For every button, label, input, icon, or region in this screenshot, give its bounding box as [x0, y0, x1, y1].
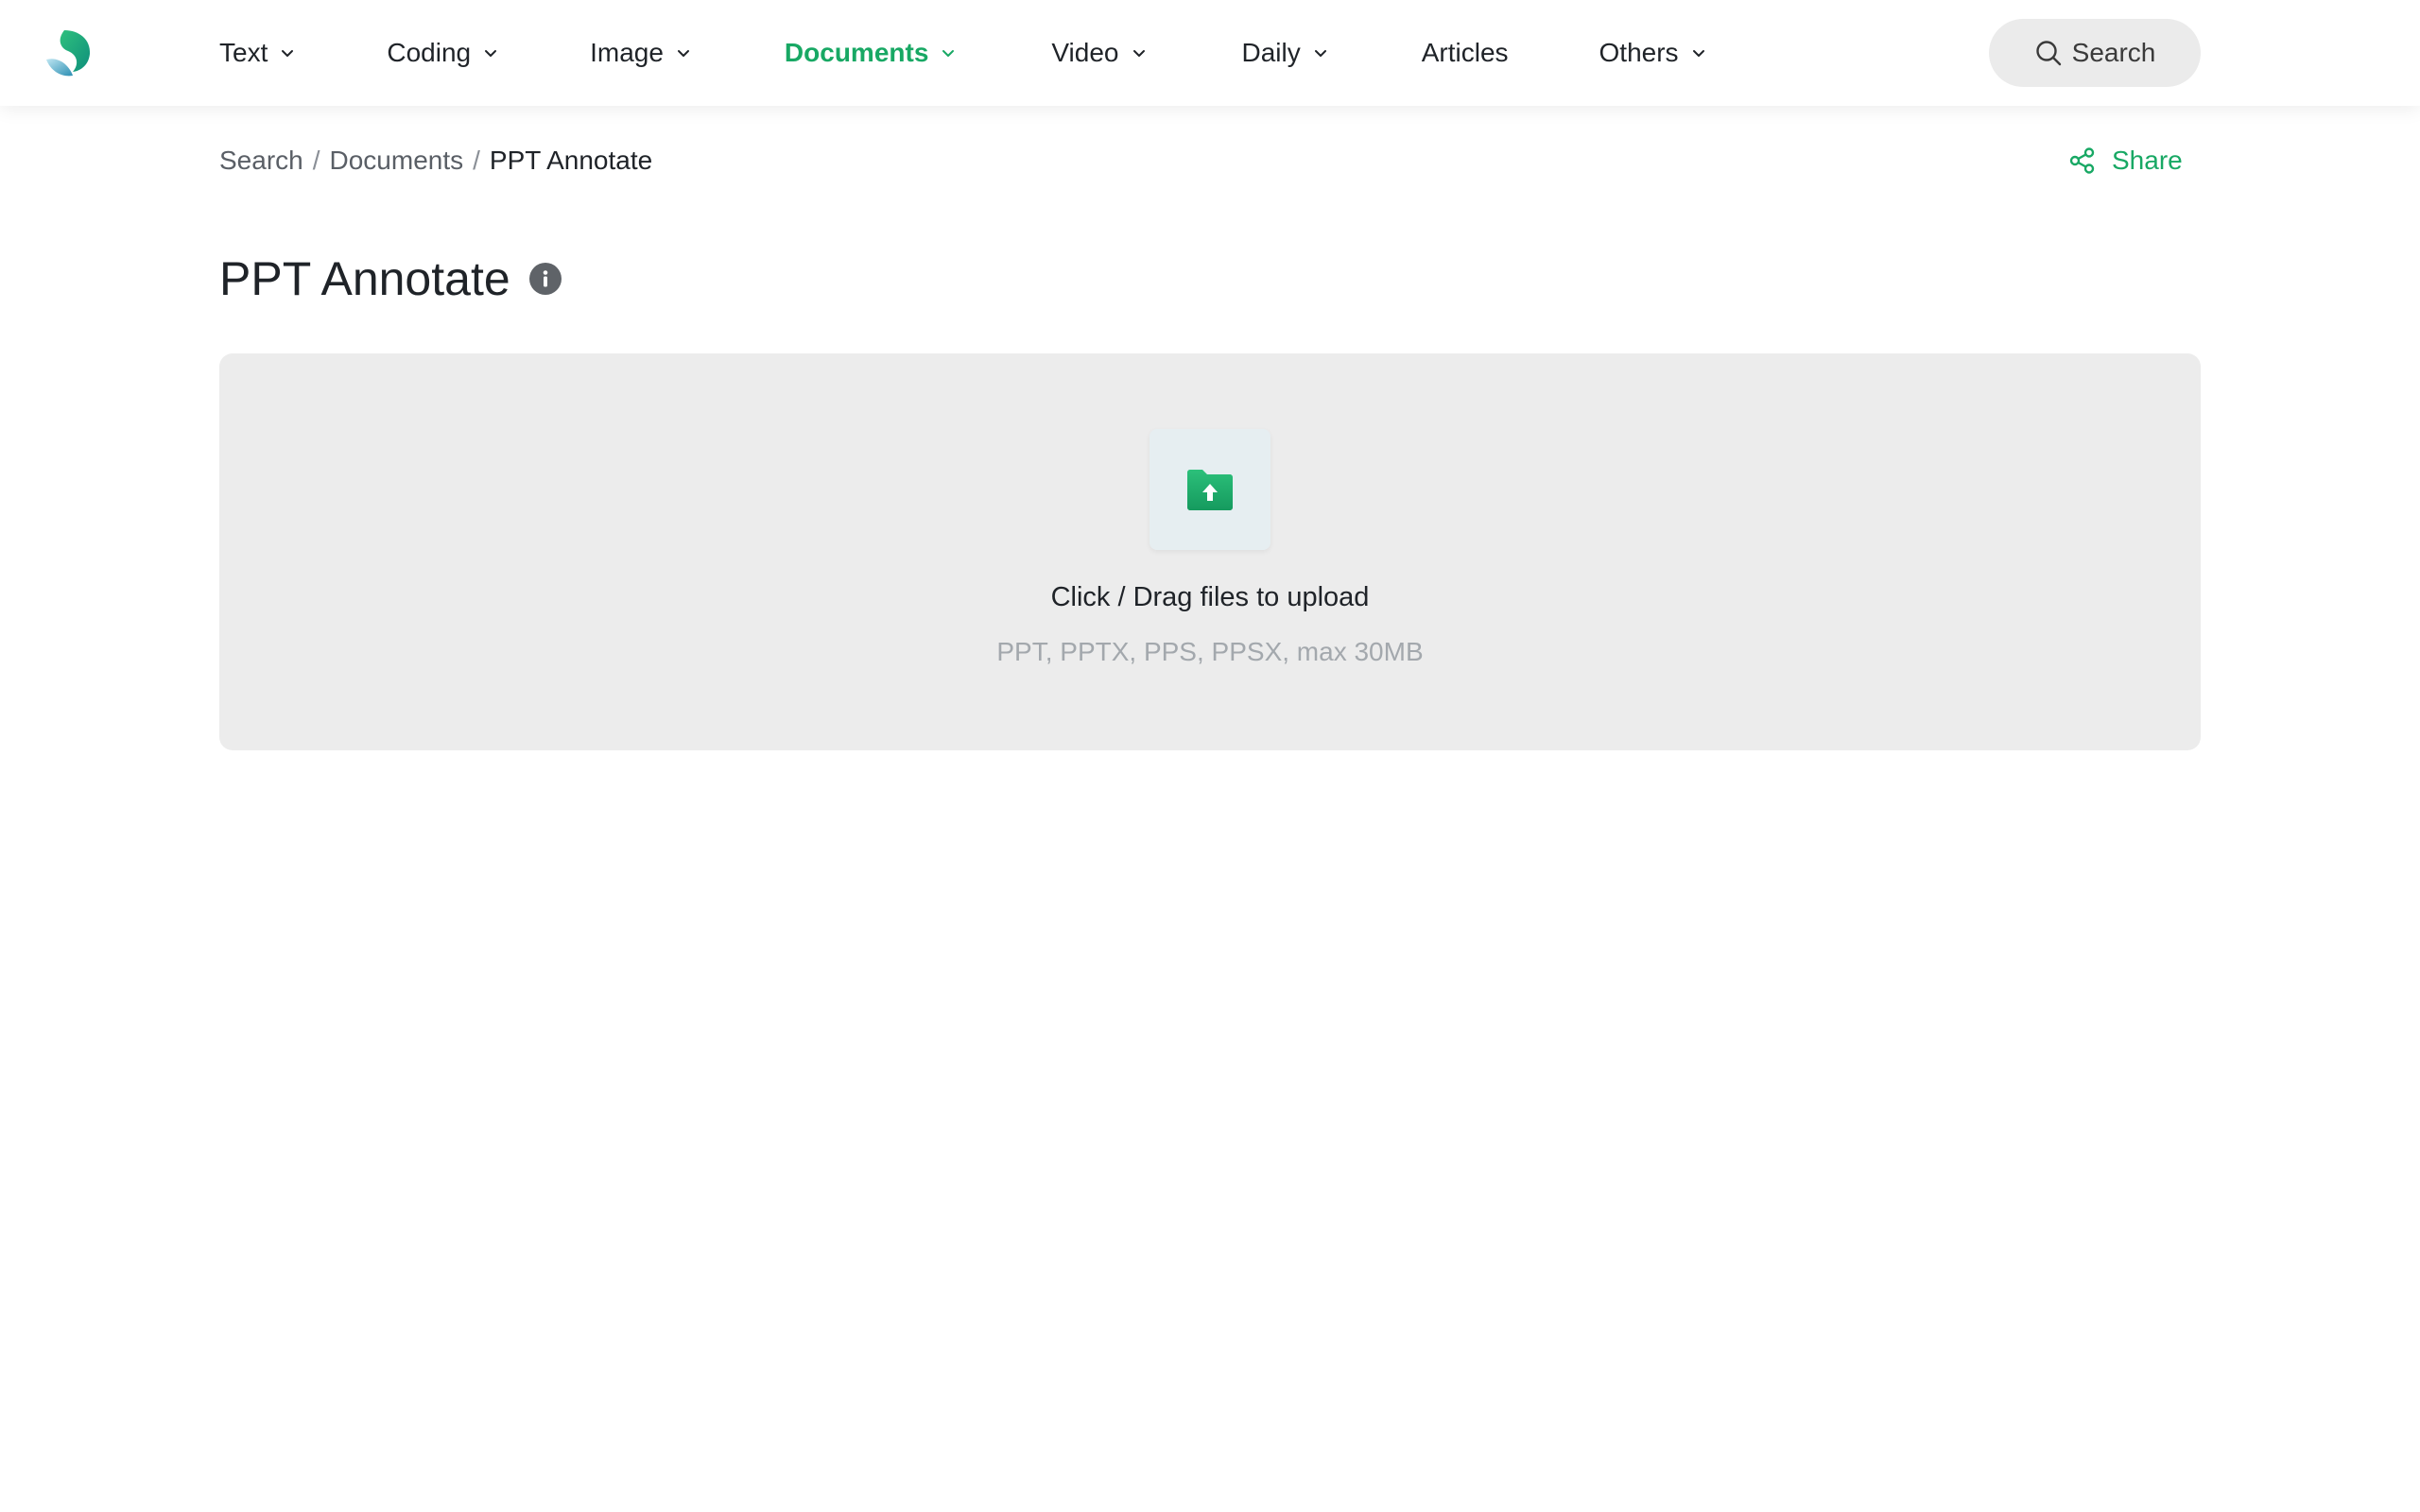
nav-item-daily[interactable]: Daily — [1242, 38, 1329, 68]
chevron-down-icon — [677, 50, 689, 57]
nav-item-image[interactable]: Image — [590, 38, 692, 68]
nav-item-video[interactable]: Video — [1051, 38, 1147, 68]
chevron-down-icon — [485, 50, 497, 57]
upload-title: Click / Drag files to upload — [1050, 582, 1370, 612]
breadcrumb-separator: / — [473, 146, 480, 175]
search-icon — [2035, 41, 2061, 66]
breadcrumb-separator: / — [312, 146, 320, 175]
folder-upload-icon — [1187, 470, 1233, 510]
share-label: Share — [2112, 146, 2183, 175]
nav-item-label: Others — [1599, 38, 1679, 67]
nav-item-articles[interactable]: Articles — [1422, 38, 1509, 68]
chevron-down-icon — [1132, 50, 1145, 57]
nav-item-label: Coding — [387, 38, 472, 67]
search-button[interactable]: Search — [1989, 19, 2201, 87]
main-nav: Text Coding Image Documents Video Daily … — [219, 0, 1707, 106]
page-title: PPT Annotate — [219, 252, 510, 305]
brand-logo[interactable] — [43, 28, 93, 77]
breadcrumb-item-documents[interactable]: Documents — [330, 146, 464, 176]
nav-item-text[interactable]: Text — [219, 38, 296, 68]
share-button[interactable]: Share — [2068, 146, 2183, 176]
chevron-down-icon — [942, 50, 955, 57]
top-navigation-bar: Text Coding Image Documents Video Daily … — [0, 0, 2420, 106]
nav-item-label: Articles — [1421, 38, 1509, 67]
upload-dropzone[interactable]: Click / Drag files to upload PPT, PPTX, … — [219, 353, 2201, 750]
breadcrumb: Search / Documents / PPT Annotate — [219, 146, 652, 176]
chevron-down-icon — [282, 50, 294, 57]
chevron-down-icon — [1314, 50, 1326, 57]
page-title-row: PPT Annotate — [219, 251, 562, 306]
nav-item-label: Daily — [1241, 38, 1301, 67]
nav-item-coding[interactable]: Coding — [387, 38, 499, 68]
info-icon[interactable] — [528, 263, 562, 295]
nav-item-label: Text — [219, 38, 268, 67]
upload-icon-tile — [1150, 429, 1270, 550]
upload-hint: PPT, PPTX, PPS, PPSX, max 30MB — [996, 637, 1424, 666]
search-label: Search — [2071, 38, 2156, 67]
nav-item-label: Documents — [784, 38, 929, 67]
nav-item-others[interactable]: Others — [1599, 38, 1707, 68]
breadcrumb-item-current: PPT Annotate — [489, 146, 653, 175]
nav-item-label: Image — [590, 38, 664, 67]
breadcrumb-item-search[interactable]: Search — [219, 146, 303, 176]
nav-item-documents[interactable]: Documents — [785, 38, 957, 68]
chevron-down-icon — [1692, 50, 1704, 57]
share-icon — [2069, 147, 2095, 174]
nav-item-label: Video — [1051, 38, 1119, 67]
